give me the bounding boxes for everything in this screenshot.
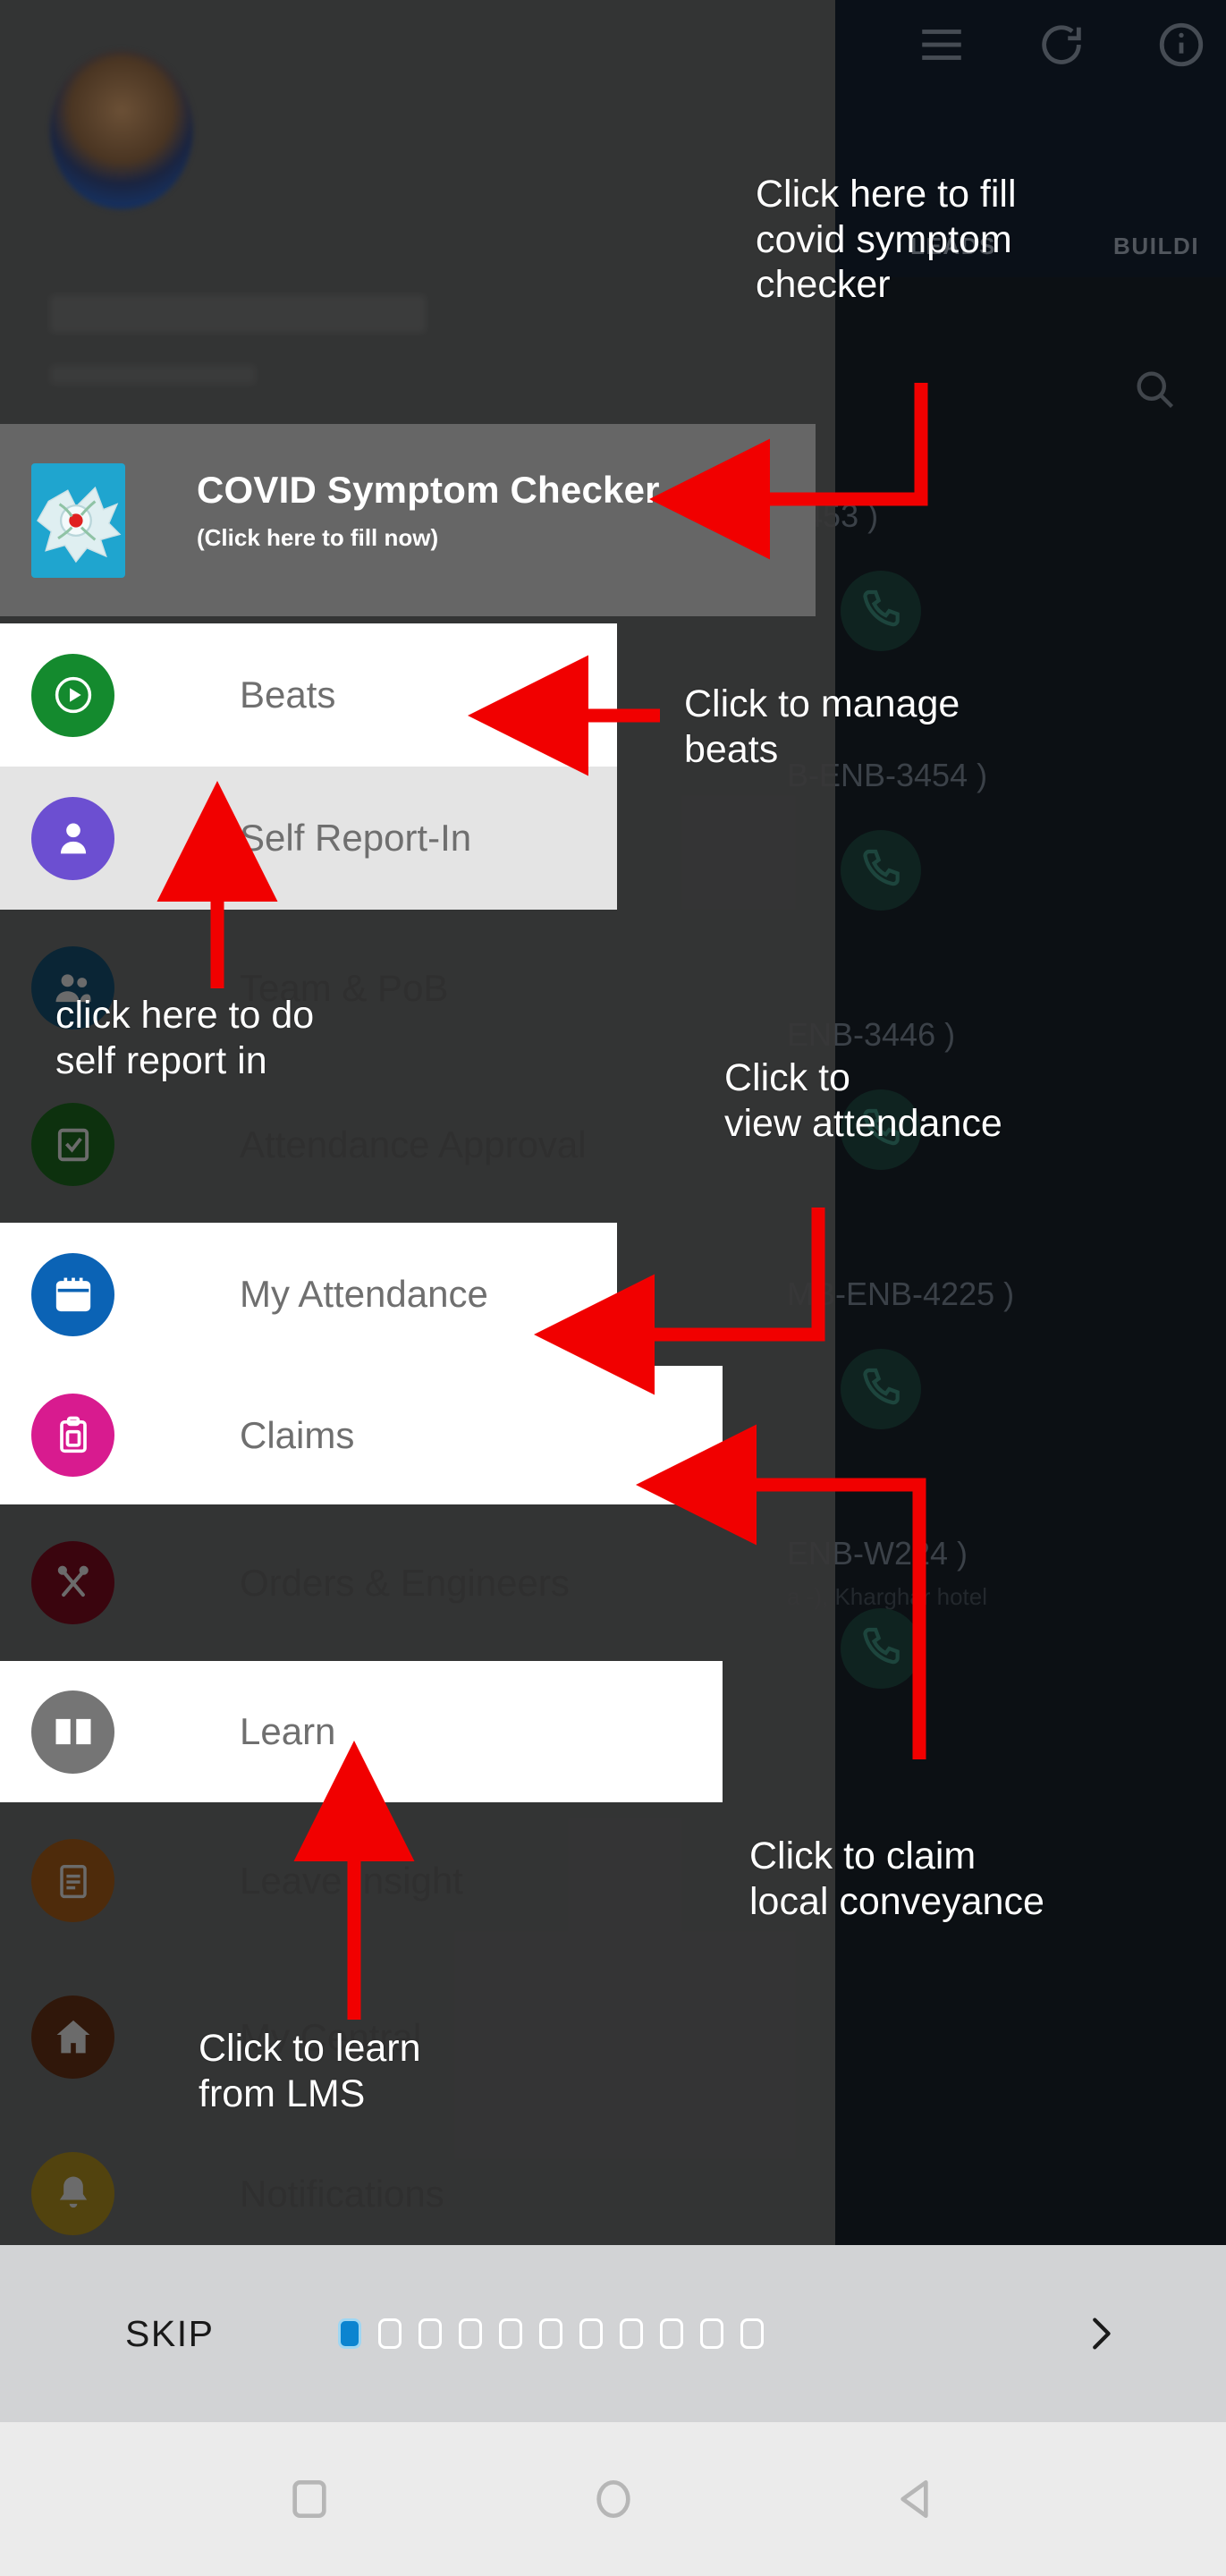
phone-icon[interactable] [841, 1608, 921, 1689]
drawer-item-self-report-in[interactable]: Self Report-In [0, 767, 617, 910]
drawer-item-label: Notifications [240, 2172, 444, 2215]
page-indicator-dot[interactable] [338, 2318, 361, 2349]
book-icon [31, 1690, 114, 1774]
drawer-profile-header [0, 0, 835, 413]
drawer-item-attendance-approval[interactable]: Attendance Approval [0, 1066, 835, 1223]
page-indicator-dot[interactable] [459, 2318, 482, 2349]
phone-icon[interactable] [841, 830, 921, 911]
annotation-claims: Click to claim local conveyance [749, 1835, 1044, 1923]
drawer-item-learn[interactable]: Learn [0, 1661, 723, 1802]
info-icon[interactable] [1153, 16, 1210, 73]
avatar[interactable] [50, 50, 193, 209]
drawer-item-orders-and-engineers[interactable]: Orders & Engineers [0, 1504, 835, 1661]
covid-banner-subtitle: (Click here to fill now) [197, 524, 439, 551]
next-button[interactable] [1079, 2309, 1120, 2359]
drawer-item-label: Learn [240, 1710, 336, 1752]
profile-subtitle [50, 365, 256, 385]
svg-text:17: 17 [66, 1294, 79, 1308]
tab-buildings[interactable]: BUILDI [1113, 233, 1199, 260]
page-indicator-dot[interactable] [579, 2318, 603, 2349]
annotation-learn: Click to learn from LMS [199, 2027, 421, 2115]
bell-icon [31, 2152, 114, 2235]
page-indicator-dot[interactable] [499, 2318, 522, 2349]
annotation-self-report: click here to do self report in [55, 994, 315, 1082]
drawer-item-label: My Attendance [240, 1273, 488, 1315]
drawer-item-label: Claims [240, 1413, 355, 1456]
drawer-item-label: Self Report-In [240, 817, 472, 859]
page-indicator-dots [338, 2318, 764, 2349]
drawer-item-my-attendance[interactable]: 17 My Attendance [0, 1223, 617, 1366]
refresh-icon[interactable] [1033, 16, 1090, 73]
coach-mark-screen: LEADS BUILDI 3453 ) B-ENB-3454 ) ENB-344… [0, 0, 1226, 2576]
covid-banner-wrap: COVID Symptom Checker (Click here to fil… [0, 413, 835, 623]
annotation-beats: Click to manage beats [684, 682, 960, 771]
person-icon [31, 796, 114, 880]
coach-mark-bottom-bar: SKIP [0, 2245, 1226, 2422]
skip-button[interactable]: SKIP [125, 2313, 214, 2355]
notes-icon [31, 1839, 114, 1922]
drawer-item-leave-insight[interactable]: Leave Insight [0, 1802, 835, 1959]
page-indicator-dot[interactable] [700, 2318, 723, 2349]
header-icon-group [913, 16, 1210, 73]
drawer-item-label: Beats [240, 674, 336, 716]
drawer-item-label: Leave Insight [240, 1859, 463, 1902]
drawer-item-label: Attendance Approval [240, 1123, 587, 1165]
tools-icon [31, 1541, 114, 1624]
play-circle-icon [31, 653, 114, 737]
annotation-attendance: Click to view attendance [724, 1056, 1002, 1145]
home-icon [31, 1996, 114, 2079]
page-indicator-dot[interactable] [620, 2318, 643, 2349]
phone-icon[interactable] [841, 1349, 921, 1429]
covid-banner-title: COVID Symptom Checker [197, 469, 660, 511]
page-indicator-dot[interactable] [660, 2318, 683, 2349]
android-system-nav [0, 2422, 1226, 2576]
clipboard-icon [31, 1394, 114, 1477]
page-indicator-dot[interactable] [740, 2318, 764, 2349]
page-indicator-dot[interactable] [539, 2318, 562, 2349]
drawer-item-beats[interactable]: Beats [0, 623, 617, 767]
profile-name [50, 295, 426, 333]
calendar-icon: 17 [31, 1252, 114, 1336]
drawer-item-label: Orders & Engineers [240, 1561, 570, 1604]
page-indicator-dot[interactable] [419, 2318, 442, 2349]
drawer-item-claims[interactable]: Claims [0, 1366, 723, 1504]
page-indicator-dot[interactable] [378, 2318, 402, 2349]
circle-icon[interactable] [582, 2468, 645, 2530]
virus-icon [31, 462, 125, 578]
check-box-icon [31, 1103, 114, 1186]
list-icon[interactable] [913, 16, 970, 73]
phone-icon[interactable] [841, 571, 921, 651]
annotation-covid: Click here to fill covid symptom checker [756, 173, 1017, 307]
covid-symptom-checker-banner[interactable]: COVID Symptom Checker (Click here to fil… [0, 424, 816, 616]
square-icon[interactable] [278, 2468, 341, 2530]
navigation-drawer: COVID Symptom Checker (Click here to fil… [0, 0, 835, 2245]
triangle-left-icon[interactable] [886, 2468, 949, 2530]
search-icon[interactable] [1101, 349, 1208, 429]
